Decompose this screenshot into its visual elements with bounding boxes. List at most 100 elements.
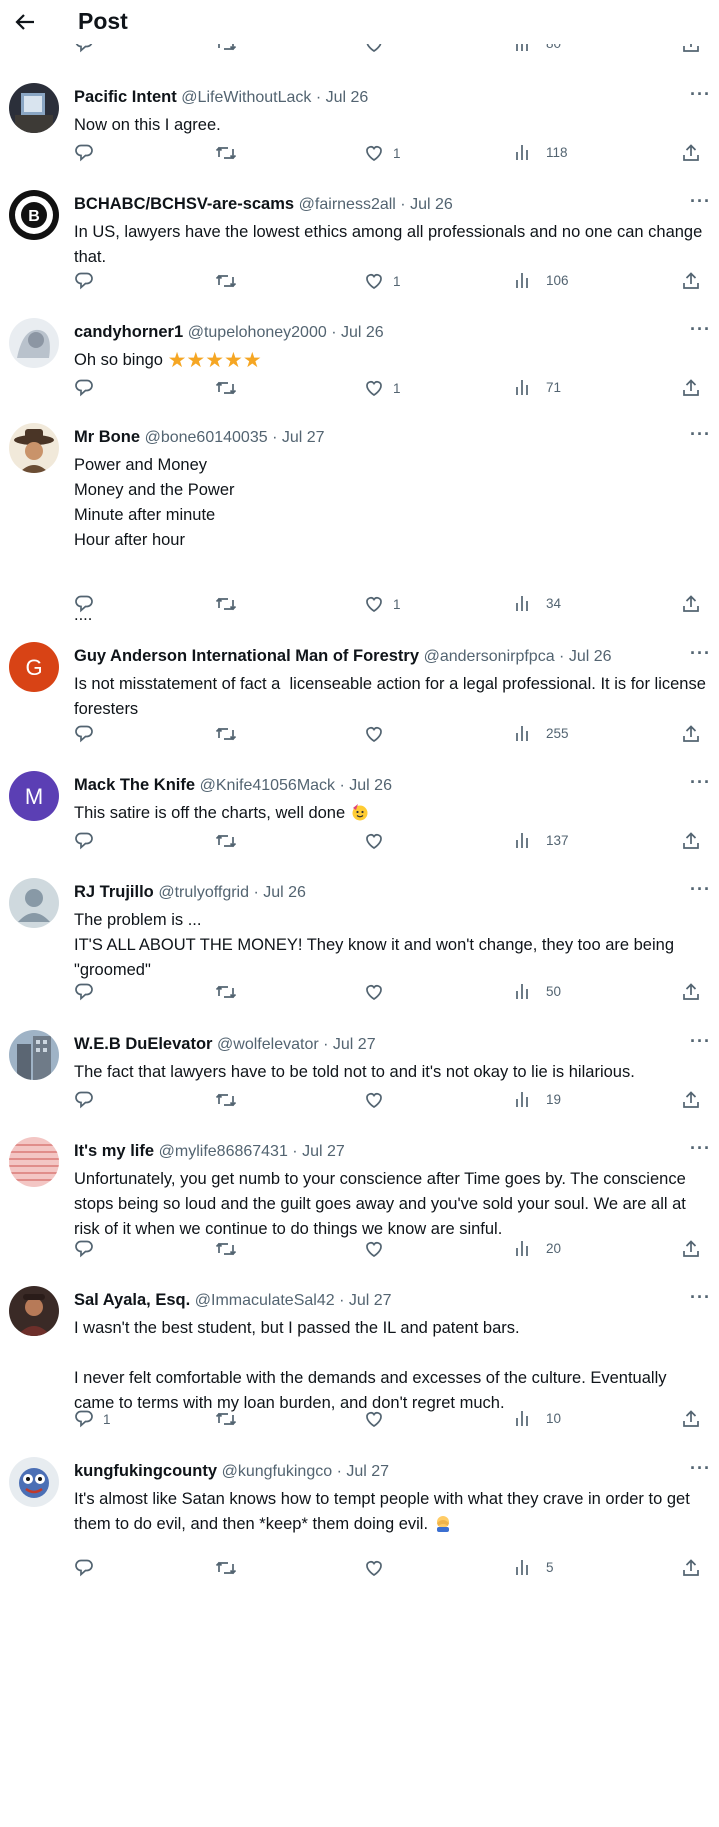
post-date[interactable]: Jul 27	[302, 1143, 345, 1160]
avatar[interactable]	[9, 423, 59, 473]
user-handle[interactable]: @Knife41056Mack	[200, 777, 335, 794]
reply-button[interactable]	[74, 378, 103, 398]
display-name[interactable]: kungfukingcounty	[74, 1462, 217, 1480]
like-button[interactable]: 1	[364, 143, 401, 163]
more-icon[interactable]: ···	[690, 1138, 711, 1159]
display-name[interactable]: BCHABC/BCHSV-are-scams	[74, 195, 294, 213]
like-button[interactable]: 1	[364, 378, 401, 398]
reply-button[interactable]	[74, 143, 103, 163]
share-button[interactable]	[681, 1558, 701, 1578]
display-name[interactable]: RJ Trujillo	[74, 883, 154, 901]
like-button[interactable]: 1	[364, 594, 401, 614]
more-icon[interactable]: ···	[690, 319, 711, 340]
reply-button[interactable]: 1	[74, 1409, 111, 1429]
views-button[interactable]: 5	[514, 1558, 554, 1576]
like-button[interactable]: 1	[364, 271, 401, 291]
avatar[interactable]	[9, 878, 59, 928]
like-button[interactable]	[364, 982, 393, 1002]
post-date[interactable]: Jul 26	[341, 324, 384, 341]
share-button[interactable]	[681, 1409, 701, 1429]
share-button[interactable]	[681, 724, 701, 744]
more-icon[interactable]: ···	[690, 643, 711, 664]
views-button[interactable]: 50	[514, 982, 561, 1000]
share-button[interactable]	[681, 1090, 701, 1110]
views-button[interactable]: 255	[514, 724, 569, 742]
back-button[interactable]	[10, 8, 40, 36]
share-button[interactable]	[681, 594, 701, 614]
share-button[interactable]	[681, 143, 701, 163]
post-date[interactable]: Jul 26	[349, 777, 392, 794]
avatar[interactable]	[9, 1286, 59, 1336]
retweet-button[interactable]	[215, 594, 237, 614]
avatar[interactable]	[9, 1030, 59, 1080]
display-name[interactable]: Pacific Intent	[74, 88, 177, 106]
views-button[interactable]: 20	[514, 1239, 561, 1257]
reply-button[interactable]	[74, 1558, 103, 1578]
display-name[interactable]: Guy Anderson International Man of Forest…	[74, 647, 419, 665]
views-button[interactable]: 10	[514, 1409, 561, 1427]
share-button[interactable]	[681, 378, 701, 398]
post-date[interactable]: Jul 27	[346, 1463, 389, 1480]
retweet-button[interactable]	[215, 143, 237, 163]
share-button[interactable]	[681, 271, 701, 291]
like-button[interactable]	[364, 1239, 393, 1259]
more-icon[interactable]: ···	[690, 1287, 711, 1308]
reply-button[interactable]	[74, 1239, 103, 1259]
display-name[interactable]: Sal Ayala, Esq.	[74, 1291, 190, 1309]
post-date[interactable]: Jul 26	[326, 89, 369, 106]
user-handle[interactable]: @ImmaculateSal42	[195, 1292, 335, 1309]
post-date[interactable]: Jul 27	[349, 1292, 392, 1309]
more-icon[interactable]: ···	[690, 1031, 711, 1052]
avatar[interactable]	[9, 83, 59, 133]
post-date[interactable]: Jul 26	[569, 648, 612, 665]
avatar[interactable]: G	[9, 642, 59, 692]
avatar[interactable]: M	[9, 771, 59, 821]
retweet-button[interactable]	[215, 724, 237, 744]
display-name[interactable]: candyhorner1	[74, 323, 183, 341]
user-handle[interactable]: @tupelohoney2000	[188, 324, 327, 341]
views-button[interactable]: 71	[514, 378, 561, 396]
views-button[interactable]: 19	[514, 1090, 561, 1108]
more-icon[interactable]: ···	[690, 84, 711, 105]
display-name[interactable]: W.E.B DuElevator	[74, 1035, 212, 1053]
user-handle[interactable]: @bone60140035	[145, 429, 268, 446]
retweet-button[interactable]	[215, 378, 237, 398]
reply-button[interactable]	[74, 594, 103, 614]
retweet-button[interactable]	[215, 831, 237, 851]
user-handle[interactable]: @kungfukingco	[222, 1463, 333, 1480]
post-date[interactable]: Jul 26	[263, 884, 306, 901]
share-button[interactable]	[681, 982, 701, 1002]
retweet-button[interactable]	[215, 1409, 237, 1429]
more-icon[interactable]: ···	[690, 424, 711, 445]
avatar[interactable]	[9, 1457, 59, 1507]
display-name[interactable]: Mr Bone	[74, 428, 140, 446]
reply-button[interactable]	[74, 982, 103, 1002]
display-name[interactable]: Mack The Knife	[74, 776, 195, 794]
retweet-button[interactable]	[215, 1558, 237, 1578]
avatar[interactable]	[9, 318, 59, 368]
retweet-button[interactable]	[215, 271, 237, 291]
views-button[interactable]: 118	[514, 143, 568, 161]
more-icon[interactable]: ···	[690, 879, 711, 900]
reply-button[interactable]	[74, 724, 103, 744]
more-icon[interactable]: ···	[690, 1458, 711, 1479]
user-handle[interactable]: @trulyoffgrid	[158, 884, 249, 901]
more-icon[interactable]: ···	[690, 191, 711, 212]
views-button[interactable]: 137	[514, 831, 569, 849]
reply-button[interactable]	[74, 1090, 103, 1110]
more-icon[interactable]: ···	[690, 772, 711, 793]
views-button[interactable]: 106	[514, 271, 569, 289]
share-button[interactable]	[681, 1239, 701, 1259]
reply-button[interactable]	[74, 271, 103, 291]
like-button[interactable]	[364, 1409, 393, 1429]
like-button[interactable]	[364, 1558, 393, 1578]
like-button[interactable]	[364, 724, 393, 744]
user-handle[interactable]: @wolfelevator	[217, 1036, 319, 1053]
retweet-button[interactable]	[215, 1090, 237, 1110]
user-handle[interactable]: @fairness2all	[299, 196, 396, 213]
display-name[interactable]: It's my life	[74, 1142, 154, 1160]
user-handle[interactable]: @LifeWithoutLack	[181, 89, 311, 106]
post-date[interactable]: Jul 26	[410, 196, 453, 213]
post-date[interactable]: Jul 27	[282, 429, 325, 446]
user-handle[interactable]: @andersonirpfpca	[424, 648, 555, 665]
